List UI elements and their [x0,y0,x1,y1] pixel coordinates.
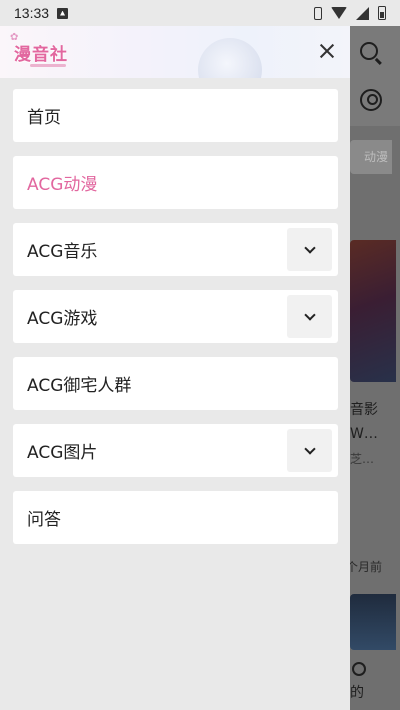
menu-item-acg-games[interactable]: ACG游戏 [13,290,338,343]
background-card-image-2 [350,594,396,650]
user-icon [360,89,382,111]
close-icon[interactable] [316,40,338,62]
background-card-title-2: 的 [350,685,364,701]
search-icon [360,42,378,60]
background-tab: 动漫 [350,140,392,174]
background-time-label: 个月前 [350,560,383,574]
person-icon [352,662,366,676]
drawer-header: ✿ 漫音社 [0,26,350,78]
chevron-down-icon [303,308,316,321]
status-time: 13:33 [14,5,50,21]
menu-item-label: 首页 [27,108,61,128]
menu-item-home[interactable]: 首页 [13,89,338,142]
chevron-down-icon [303,442,316,455]
expand-button[interactable] [287,228,332,271]
menu-item-label: ACG御宅人群 [27,376,132,396]
menu-item-label: 问答 [27,510,61,530]
expand-button[interactable] [287,295,332,338]
menu-item-acg-images[interactable]: ACG图片 [13,424,338,477]
site-logo[interactable]: ✿ 漫音社 [10,32,68,67]
app-notification-icon [57,7,69,19]
wifi-icon [331,7,347,19]
header-decoration [198,38,262,78]
expand-button[interactable] [287,429,332,472]
battery-icon [378,6,386,20]
background-card-title: 音影 W… [350,402,378,442]
menu-item-acg-anime[interactable]: ACG动漫 [13,156,338,209]
menu-item-acg-music[interactable]: ACG音乐 [13,223,338,276]
menu-item-qa[interactable]: 问答 [13,491,338,544]
background-header [350,26,400,126]
menu-item-label: ACG游戏 [27,309,98,329]
logo-text: 漫音社 [14,44,68,65]
background-page-overlay[interactable]: 动漫 音影 W… 芝… 个月前 的 [350,26,400,710]
drawer-menu: 首页 ACG动漫 ACG音乐 ACG游戏 ACG御宅人群 ACG图片 问答 [13,89,338,558]
logo-sparkle-icon: ✿ [10,32,19,43]
signal-icon [356,6,369,20]
menu-item-label: ACG音乐 [27,242,98,262]
background-card-subtitle: 芝… [350,452,375,466]
status-icons [314,6,386,20]
menu-item-label: ACG动漫 [27,175,98,195]
menu-item-label: ACG图片 [27,443,98,463]
background-card-image [350,240,396,382]
phone-icon [314,6,322,20]
logo-underline [30,64,66,67]
status-bar: 13:33 [0,0,400,26]
navigation-drawer: ✿ 漫音社 首页 ACG动漫 ACG音乐 ACG游戏 ACG御宅人群 ACG图片… [0,26,350,710]
menu-item-acg-otaku[interactable]: ACG御宅人群 [13,357,338,410]
chevron-down-icon [303,241,316,254]
